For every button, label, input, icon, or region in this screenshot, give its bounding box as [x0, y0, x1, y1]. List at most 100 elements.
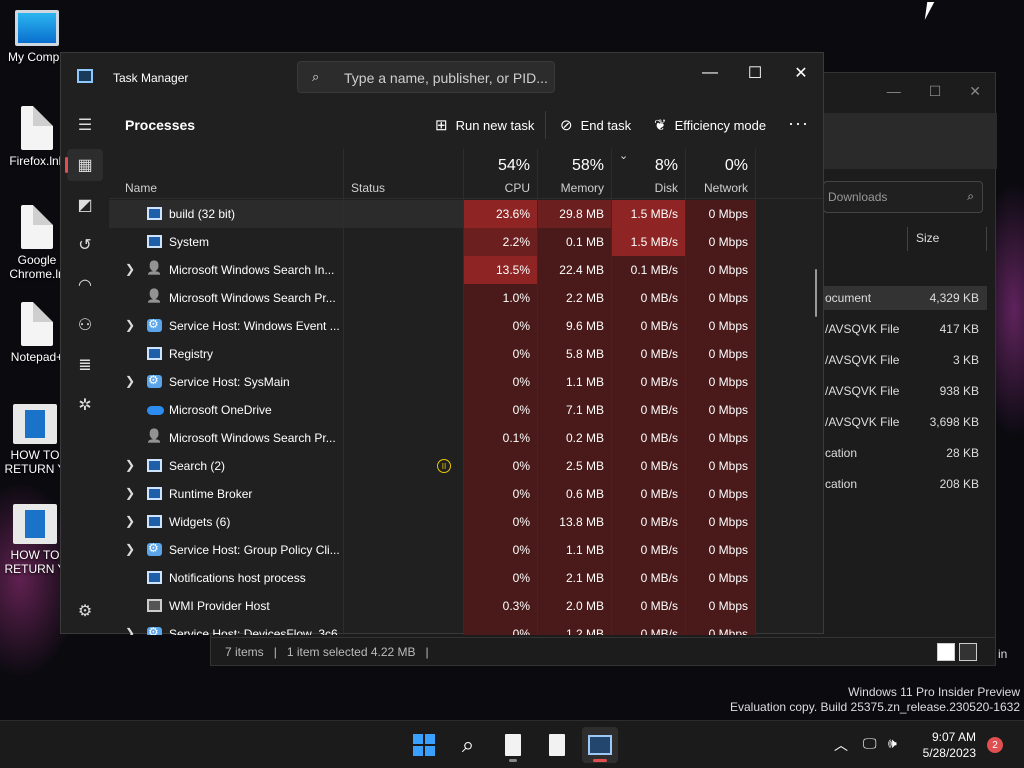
notification-badge[interactable]: 2 — [987, 737, 1003, 753]
nav-processes[interactable]: ▦ — [65, 149, 103, 181]
search-placeholder: Type a name, publisher, or PID... — [344, 70, 548, 86]
close-icon[interactable]: ✕ — [969, 83, 981, 100]
maximize-button[interactable]: ☐ — [733, 59, 777, 87]
memory-value: 7.1 MB — [565, 403, 604, 417]
column-header-name[interactable]: Name — [125, 181, 157, 195]
file-row[interactable]: /AVSQVK File 417 KB — [821, 317, 987, 341]
process-name: Service Host: Group Policy Cli... — [169, 543, 340, 557]
nav-performance[interactable]: ◩ — [67, 189, 103, 221]
process-row[interactable]: ❯ Widgets (6) 0% 13.8 MB 0 MB/s 0 Mbps — [109, 508, 823, 536]
process-row[interactable]: ❯ Service Host: Group Policy Cli... 0% 1.1 … — [109, 536, 823, 564]
process-row[interactable]: ❯ Service Host: SysMain 0% 1.1 MB 0 MB/s 0 Mb… — [109, 368, 823, 396]
cpu-total[interactable]: 54% — [464, 157, 530, 175]
run-new-task-button[interactable]: ⊞ Run new task — [435, 115, 534, 135]
cpu-value: 0% — [512, 459, 530, 473]
file-icon — [21, 205, 53, 249]
taskbar-file-app-2[interactable] — [539, 727, 575, 763]
desktop-icon-how-to-return-2[interactable]: HOW TO RETURN Y — [2, 504, 68, 576]
services-icon: ✲ — [78, 397, 92, 414]
column-header-disk[interactable]: Disk — [612, 181, 678, 195]
column-header-status[interactable]: Status — [351, 181, 385, 195]
maximize-icon[interactable]: ☐ — [929, 83, 942, 100]
chevron-right-icon[interactable]: ❯ — [125, 514, 137, 528]
process-row[interactable]: System 2.2% 0.1 MB 1.5 MB/s 0 Mbps — [109, 228, 823, 256]
efficiency-mode-button[interactable]: ❦ Efficiency mode — [654, 115, 766, 135]
close-button[interactable]: ✕ — [779, 59, 823, 87]
taskbar-task-manager[interactable] — [582, 727, 618, 763]
process-row[interactable]: ❯ Runtime Broker 0% 0.6 MB 0 MB/s 0 Mbps — [109, 480, 823, 508]
column-header-size[interactable]: Size — [907, 227, 987, 251]
hamburger-menu-button[interactable]: ☰ — [67, 109, 103, 141]
cpu-value: 0% — [512, 627, 530, 635]
volume-icon[interactable]: 🕪 — [888, 735, 897, 752]
file-row[interactable]: cation 208 KB — [821, 472, 987, 496]
chevron-up-icon[interactable]: ︿ — [834, 735, 848, 755]
nav-services[interactable]: ✲ — [67, 389, 103, 421]
more-options-button[interactable]: ··· — [788, 113, 809, 134]
process-row[interactable]: Registry 0% 5.8 MB 0 MB/s 0 Mbps — [109, 340, 823, 368]
process-row[interactable]: Microsoft Windows Search Pr... 1.0% 2.2 MB… — [109, 284, 823, 312]
network-total[interactable]: 0% — [686, 157, 748, 175]
nav-startup-apps[interactable]: ◠ — [67, 269, 103, 301]
chevron-right-icon[interactable]: ❯ — [125, 486, 137, 500]
chevron-right-icon[interactable]: ❯ — [125, 626, 137, 635]
details-view-icon[interactable] — [937, 643, 955, 661]
task-manager-window[interactable]: Task Manager ⌕ Type a name, publisher, o… — [60, 52, 824, 635]
nav-settings[interactable]: ⚙ — [67, 595, 103, 627]
disk-total[interactable]: 8% — [612, 157, 678, 175]
disk-value: 0 MB/s — [640, 599, 678, 613]
minimize-button[interactable]: — — [688, 59, 732, 87]
file-row[interactable]: ocument 4,329 KB — [821, 286, 987, 310]
search-button[interactable]: ⌕ — [450, 727, 486, 763]
process-row[interactable]: WMI Provider Host 0.3% 2.0 MB 0 MB/s 0 Mbps — [109, 592, 823, 620]
process-row[interactable]: ❯ Microsoft Windows Search In... 13.5% 22.4… — [109, 256, 823, 284]
file-icon — [549, 734, 565, 756]
column-header-memory[interactable]: Memory — [538, 181, 604, 195]
title-bar[interactable]: Task Manager ⌕ Type a name, publisher, o… — [61, 53, 823, 101]
search-input[interactable]: ⌕ Type a name, publisher, or PID... — [297, 61, 555, 93]
win-process-icon — [147, 235, 162, 248]
window-title: Task Manager — [113, 71, 189, 85]
nav-users[interactable]: ⚇ — [67, 309, 103, 341]
efficiency-mode-label: Efficiency mode — [674, 117, 767, 133]
column-header-network[interactable]: Network — [686, 181, 748, 195]
network-value: 0 Mbps — [708, 431, 748, 445]
chevron-right-icon[interactable]: ❯ — [125, 374, 137, 388]
process-row[interactable]: Microsoft Windows Search Pr... 0.1% 0.2 MB… — [109, 424, 823, 452]
scrollbar-thumb[interactable] — [815, 269, 817, 317]
explorer-search-input[interactable]: Downloads ⌕ — [823, 181, 983, 213]
start-button[interactable] — [406, 727, 442, 763]
taskbar-file-app[interactable] — [495, 727, 531, 763]
chevron-right-icon[interactable]: ❯ — [125, 542, 137, 556]
file-row[interactable]: /AVSQVK File 938 KB — [821, 379, 987, 403]
process-name: build (32 bit) — [169, 207, 236, 221]
file-row[interactable]: /AVSQVK File 3 KB — [821, 348, 987, 372]
minimize-icon[interactable]: — — [887, 83, 901, 100]
disk-value: 0 MB/s — [640, 571, 678, 585]
file-row[interactable]: /AVSQVK File 3,698 KB — [821, 410, 987, 434]
chevron-right-icon[interactable]: ❯ — [125, 262, 137, 276]
process-row[interactable]: Microsoft OneDrive 0% 7.1 MB 0 MB/s 0 Mbps — [109, 396, 823, 424]
gear-process-icon — [147, 317, 162, 332]
file-type: /AVSQVK File — [825, 415, 900, 429]
tiles-view-icon[interactable] — [959, 643, 977, 661]
process-row[interactable]: Notifications host process 0% 2.1 MB 0 MB/s… — [109, 564, 823, 592]
file-size: 938 KB — [939, 384, 979, 398]
network-icon[interactable]: 🖵 — [863, 735, 877, 752]
nav-details[interactable]: ≣ — [67, 349, 103, 381]
chevron-right-icon[interactable]: ❯ — [125, 458, 137, 472]
chevron-right-icon[interactable]: ❯ — [125, 318, 137, 332]
process-row[interactable]: build (32 bit) 23.6% 29.8 MB 1.5 MB/s 0 Mbps — [109, 200, 823, 228]
end-task-button[interactable]: ⊘ End task — [560, 115, 631, 135]
process-row[interactable]: ❯ Service Host: DevicesFlow_3c6... 0% 1.2 M… — [109, 620, 823, 635]
clock[interactable]: 9:07 AM 5/28/2023 — [923, 729, 976, 761]
nav-app-history[interactable]: ↺ — [67, 229, 103, 261]
process-row[interactable]: ❯ Service Host: Windows Event ... 0% 9.6 MB… — [109, 312, 823, 340]
column-header-cpu[interactable]: CPU — [464, 181, 530, 195]
desktop-icon-how-to-return-1[interactable]: HOW TO RETURN Y — [2, 404, 68, 476]
file-row[interactable]: cation 28 KB — [821, 441, 987, 465]
network-value: 0 Mbps — [708, 403, 748, 417]
disk-value: 0 MB/s — [640, 515, 678, 529]
memory-total[interactable]: 58% — [538, 157, 604, 175]
process-row[interactable]: ❯ Search (2) II 0% 2.5 MB 0 MB/s 0 Mbps — [109, 452, 823, 480]
